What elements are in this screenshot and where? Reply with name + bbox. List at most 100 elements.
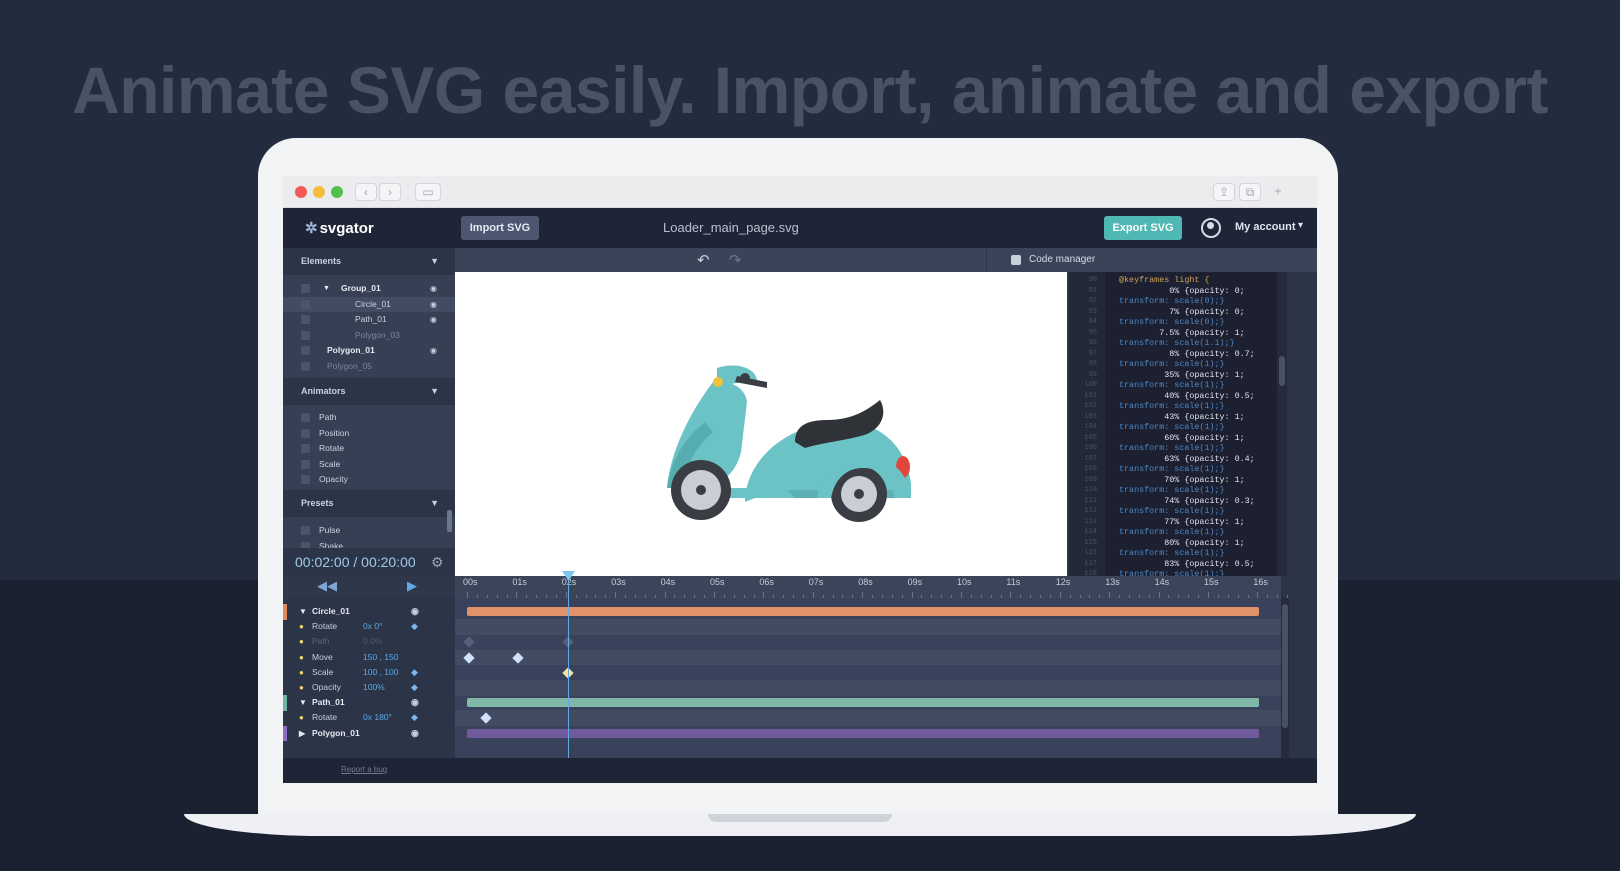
presets-scrollbar[interactable] bbox=[447, 510, 452, 532]
elements-panel-header[interactable]: Elements ▼ bbox=[283, 248, 455, 275]
keyframe-diamond[interactable] bbox=[463, 651, 475, 664]
animator-item[interactable]: Scale bbox=[283, 457, 455, 472]
keyframe-diamond[interactable] bbox=[512, 651, 525, 664]
timeline-track[interactable] bbox=[455, 665, 1281, 681]
eye-icon[interactable]: ◉ bbox=[430, 312, 437, 327]
layer-duration-bar[interactable] bbox=[467, 607, 1259, 616]
animators-panel-header[interactable]: Animators ▼ bbox=[283, 378, 455, 405]
keyframe-diamond[interactable] bbox=[463, 636, 475, 649]
my-account-menu[interactable]: My account bbox=[1235, 221, 1296, 233]
preset-item[interactable]: Pulse bbox=[283, 523, 455, 538]
element-row[interactable]: ▼ Group_01 ◉ bbox=[283, 281, 455, 296]
timeline-tracks[interactable] bbox=[455, 598, 1281, 758]
scooter-illustration[interactable] bbox=[455, 272, 1067, 576]
animator-item[interactable]: Position bbox=[283, 426, 455, 441]
checkbox-icon[interactable] bbox=[301, 315, 310, 324]
share-icon[interactable]: ⇪ bbox=[1213, 183, 1235, 201]
eye-icon[interactable]: ◉ bbox=[411, 695, 419, 711]
property-row[interactable]: ● Rotate 0x 0° ◆ bbox=[283, 619, 455, 635]
timeline-track[interactable] bbox=[455, 649, 1281, 666]
close-window-button[interactable] bbox=[295, 186, 307, 198]
checkbox-icon[interactable] bbox=[301, 299, 310, 309]
chevron-down-icon[interactable]: ▾ bbox=[1298, 220, 1303, 231]
timeline-track[interactable] bbox=[455, 604, 1281, 620]
property-value[interactable]: 100% bbox=[363, 680, 385, 696]
new-tab-icon[interactable]: + bbox=[1267, 183, 1289, 201]
gear-icon[interactable]: ⚙ bbox=[431, 548, 444, 576]
keyframe-diamond[interactable] bbox=[480, 712, 492, 725]
property-row[interactable]: ● Path 0.0% bbox=[283, 634, 455, 650]
artboard-canvas[interactable] bbox=[455, 272, 1067, 576]
eye-icon[interactable]: ◉ bbox=[430, 281, 437, 296]
add-icon[interactable] bbox=[301, 444, 310, 453]
presets-panel-header[interactable]: Presets ▼ bbox=[283, 490, 455, 517]
element-row[interactable]: Path_01 ◉ bbox=[283, 312, 455, 327]
timeline-scrollbar[interactable] bbox=[1281, 598, 1289, 758]
report-bug-link[interactable]: Report a bug bbox=[341, 765, 387, 774]
add-icon[interactable] bbox=[301, 526, 310, 535]
eye-icon[interactable]: ◉ bbox=[430, 297, 437, 312]
property-value[interactable]: 0.0% bbox=[363, 634, 382, 650]
chevron-down-icon[interactable]: ▼ bbox=[430, 490, 439, 517]
element-row[interactable]: Polygon_01 ◉ bbox=[283, 343, 455, 358]
timeline-track[interactable] bbox=[455, 619, 1281, 635]
add-keyframe-icon[interactable]: ◆ bbox=[411, 665, 418, 681]
element-row[interactable]: Polygon_03 bbox=[283, 328, 455, 343]
back-icon[interactable]: ‹ bbox=[355, 183, 377, 201]
animator-item[interactable]: Path bbox=[283, 410, 455, 425]
file-name[interactable]: Loader_main_page.svg bbox=[663, 220, 799, 235]
timeline-ruler[interactable]: 00s 01s 02s 03s 04s 05s 06s 07s 08s 09s 10s 11s 12s 1… bbox=[455, 576, 1298, 598]
code-manager-panel[interactable]: 90 @keyframes light {91 0% {opacity: 0; 92… bbox=[1069, 272, 1277, 576]
svgator-logo[interactable]: ✲ svgator bbox=[305, 219, 374, 237]
property-row[interactable]: ● Scale 100 , 100 ◆ bbox=[283, 665, 455, 681]
code-manager-checkbox[interactable] bbox=[1011, 255, 1021, 265]
timeline-track[interactable] bbox=[455, 634, 1281, 650]
bulb-icon[interactable]: ● bbox=[299, 710, 304, 726]
property-row[interactable]: ● Rotate 0x 180° ◆ bbox=[283, 710, 455, 726]
layer-group-row[interactable]: ▼ Circle_01 ◉ bbox=[283, 604, 455, 620]
property-value[interactable]: 150 , 150 bbox=[363, 650, 398, 666]
forward-icon[interactable]: › bbox=[379, 183, 401, 201]
bulb-icon[interactable]: ● bbox=[299, 665, 304, 681]
redo-icon[interactable]: ↷ bbox=[729, 251, 742, 269]
element-row[interactable]: Polygon_05 bbox=[283, 359, 455, 374]
code-scrollbar[interactable] bbox=[1277, 272, 1287, 576]
add-icon[interactable] bbox=[301, 428, 310, 438]
checkbox-icon[interactable] bbox=[301, 346, 310, 355]
add-keyframe-icon[interactable]: ◆ bbox=[411, 619, 418, 635]
add-keyframe-icon[interactable]: ◆ bbox=[411, 680, 418, 696]
eye-icon[interactable]: ◉ bbox=[411, 726, 419, 742]
layer-group-row[interactable]: ▼ Path_01 ◉ bbox=[283, 695, 455, 711]
tabs-icon[interactable]: ⧉ bbox=[1239, 183, 1261, 201]
bulb-icon[interactable]: ● bbox=[299, 619, 304, 635]
account-avatar-icon[interactable] bbox=[1201, 218, 1221, 238]
add-icon[interactable] bbox=[301, 413, 310, 422]
timeline-track[interactable] bbox=[455, 710, 1281, 726]
chevron-down-icon[interactable]: ▼ bbox=[430, 378, 439, 405]
code-scroll-thumb[interactable] bbox=[1279, 356, 1285, 386]
checkbox-icon[interactable] bbox=[301, 330, 310, 340]
import-svg-button[interactable]: Import SVG bbox=[461, 216, 539, 240]
timeline-track[interactable] bbox=[455, 680, 1281, 696]
chevron-down-icon[interactable]: ▼ bbox=[299, 604, 307, 620]
eye-icon[interactable]: ◉ bbox=[411, 604, 419, 620]
zoom-window-button[interactable] bbox=[331, 186, 343, 198]
chevron-right-icon[interactable]: ▶ bbox=[299, 726, 305, 742]
property-value[interactable]: 0x 0° bbox=[363, 619, 382, 635]
timeline-track[interactable] bbox=[455, 695, 1281, 711]
bulb-icon[interactable]: ● bbox=[299, 680, 304, 696]
chevron-down-icon[interactable]: ▼ bbox=[430, 248, 439, 275]
timeline-scroll-thumb[interactable] bbox=[1282, 604, 1288, 728]
property-value[interactable]: 0x 180° bbox=[363, 710, 392, 726]
bulb-icon[interactable]: ● bbox=[299, 634, 304, 650]
add-keyframe-icon[interactable]: ◆ bbox=[411, 710, 418, 726]
play-icon[interactable]: ▶ bbox=[407, 578, 417, 594]
chevron-down-icon[interactable]: ▼ bbox=[299, 695, 307, 711]
code-manager-label[interactable]: Code manager bbox=[1029, 254, 1095, 265]
playhead-line[interactable] bbox=[568, 576, 569, 758]
eye-icon[interactable]: ◉ bbox=[430, 343, 437, 358]
layer-group-row[interactable]: ▶ Polygon_01 ◉ bbox=[283, 725, 455, 742]
layer-duration-bar[interactable] bbox=[467, 728, 1259, 738]
timeline-track[interactable] bbox=[455, 726, 1281, 742]
element-row[interactable]: Circle_01 ◉ bbox=[283, 296, 455, 312]
